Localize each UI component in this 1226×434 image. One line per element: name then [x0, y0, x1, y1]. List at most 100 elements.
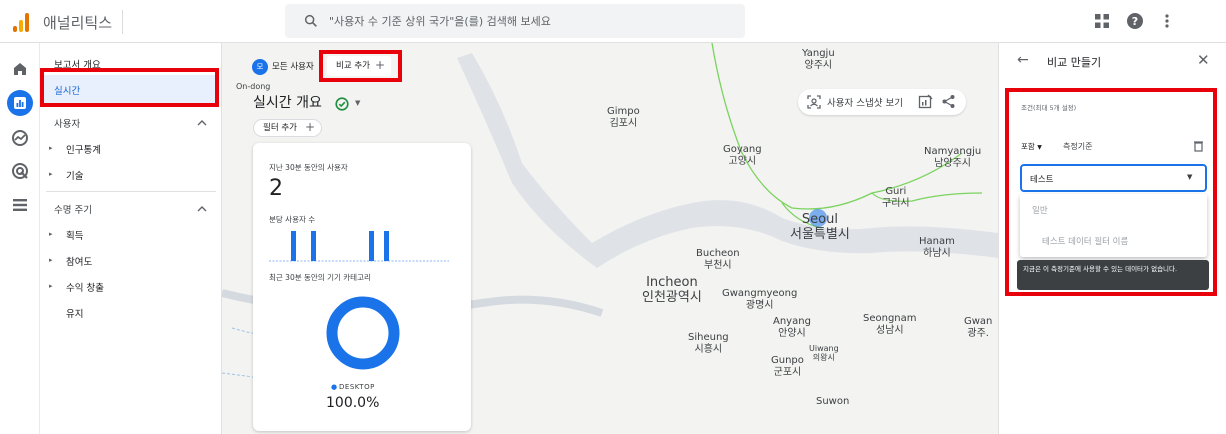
customize-report-icon[interactable]: [918, 94, 933, 109]
place-label: Seoul 서울특별시: [790, 212, 850, 242]
nav-item-overview[interactable]: 보고서 개요: [54, 57, 101, 71]
place-label: Yangju 양주시: [802, 48, 835, 71]
device-donut-chart[interactable]: [323, 293, 403, 373]
list-icon[interactable]: [10, 195, 30, 215]
nav-item-retention[interactable]: 유지: [66, 306, 83, 320]
per-minute-bar[interactable]: [311, 231, 316, 261]
snapshot-toolbar: 사용자 스냅샷 보기: [798, 89, 966, 115]
plus-icon: +: [305, 120, 316, 134]
option-test-filter[interactable]: 테스트 데이터 필터 이름: [1042, 235, 1128, 247]
add-compare-button[interactable]: 비교 추가 +: [327, 56, 391, 76]
nav-item-realtime[interactable]: 실시간: [42, 75, 218, 103]
per-minute-bar[interactable]: [291, 231, 296, 261]
device-category-label: 최근 30분 동안의 기기 카테고리: [269, 273, 371, 282]
place-label: Seongnam 성남시: [863, 313, 917, 336]
per-minute-bar[interactable]: [369, 231, 374, 261]
advertising-icon[interactable]: [10, 161, 30, 181]
plus-icon: +: [375, 58, 386, 72]
page-title: 실시간 개요: [253, 95, 322, 111]
home-icon[interactable]: [10, 59, 30, 79]
place-label: Namyangju 남양주시: [924, 146, 982, 169]
reports-icon[interactable]: [7, 90, 33, 116]
chip-badge: 모: [252, 59, 268, 75]
place-label: Incheon 인천광역시: [642, 275, 702, 305]
help-icon[interactable]: ?: [1126, 12, 1144, 30]
search-bar[interactable]: "사용자 수 기준 상위 국가"을(를) 검색해 보세요: [285, 4, 745, 38]
place-label: Guri 구리시: [882, 186, 910, 209]
include-label: 포함: [1021, 142, 1035, 151]
place-label: Bucheon 부천시: [696, 248, 740, 271]
expand-arrow-icon[interactable]: ▸: [49, 256, 53, 264]
analytics-logo-icon[interactable]: [11, 12, 31, 32]
donut-slice-desktop[interactable]: [326, 296, 400, 370]
snapshot-icon: [807, 95, 821, 109]
place-label: On-dong: [236, 82, 271, 91]
share-icon[interactable]: [941, 94, 956, 109]
nav-item-demographics[interactable]: 인구통계: [66, 142, 101, 156]
dropdown-arrow-icon[interactable]: ▼: [355, 99, 360, 107]
place-label: Gwangmyeong 광명시: [722, 288, 798, 311]
place-label: Suwon: [816, 396, 850, 407]
place-label: Goyang 고양시: [723, 144, 762, 167]
place-label: Gwan 광주.: [964, 316, 993, 339]
expand-arrow-icon[interactable]: ▸: [49, 170, 53, 178]
expand-arrow-icon[interactable]: ▸: [49, 282, 53, 290]
compare-panel: ← 비교 만들기 ✕ 조건(최대 5개 설정) 포함 ▼ 측정기준 테스트 ▼ …: [998, 43, 1226, 434]
divider: [122, 10, 123, 34]
dropdown-arrow-icon: ▼: [1187, 173, 1193, 181]
nav-section-lifecycle[interactable]: 수명 주기: [54, 202, 92, 216]
expand-arrow-icon[interactable]: ▸: [49, 144, 53, 152]
place-label: Siheung 시흥시: [688, 332, 729, 355]
condition-label: 조건(최대 5개 설정): [1021, 104, 1077, 112]
more-vert-icon[interactable]: [1158, 12, 1176, 30]
explore-icon[interactable]: [10, 128, 30, 148]
dropdown-value: 테스트: [1030, 175, 1054, 185]
nav-section-users[interactable]: 사용자: [54, 116, 80, 130]
users-per-minute-label: 분당 사용자 수: [269, 215, 316, 224]
search-placeholder: "사용자 수 기준 상위 국가"을(를) 검색해 보세요: [329, 15, 551, 28]
place-label: Hanam 하남시: [919, 236, 955, 259]
panel-title: 비교 만들기: [1047, 56, 1102, 69]
legend-value: 100.0%: [326, 395, 380, 411]
dropdown-arrow-icon: ▼: [1037, 144, 1042, 151]
report-nav: 보고서 개요 실시간 사용자 ▸ 인구통계 ▸ 기술 수명 주기 ▸ 획득 ▸ …: [40, 43, 222, 434]
users-30min-label: 지난 30분 동안의 사용자: [269, 163, 348, 172]
dimension-label: 측정기준: [1063, 142, 1093, 151]
users-per-minute-chart[interactable]: [269, 227, 449, 263]
dropdown-menu: 일반 테스트 데이터 필터 이름: [1020, 194, 1207, 257]
search-icon: [304, 14, 317, 27]
users-30min-value: 2: [269, 176, 283, 201]
delete-icon[interactable]: [1193, 140, 1204, 152]
left-rail: [0, 43, 40, 434]
expand-arrow-icon[interactable]: ▸: [49, 230, 53, 238]
divider: [46, 191, 216, 192]
app-root: 애널리틱스 "사용자 수 기준 상위 국가"을(를) 검색해 보세요 ? 보고서…: [0, 0, 1226, 434]
option-general[interactable]: 일반: [1032, 204, 1048, 216]
compare-chip-all-users[interactable]: 모 모든 사용자: [250, 57, 318, 77]
per-minute-bar[interactable]: [384, 231, 389, 261]
svg-text:?: ?: [1132, 15, 1138, 28]
chevron-up-icon[interactable]: [197, 119, 207, 127]
tooltip: 지금은 이 측정기준에 사용할 수 있는 데이터가 없습니다.: [1017, 260, 1209, 290]
back-arrow-icon[interactable]: ←: [1017, 52, 1029, 68]
add-compare-label: 비교 추가: [336, 61, 370, 71]
chevron-up-icon[interactable]: [197, 205, 207, 213]
include-dropdown[interactable]: 포함 ▼: [1021, 141, 1042, 152]
nav-item-monetization[interactable]: 수익 창출: [66, 280, 104, 294]
apps-grid-icon[interactable]: [1093, 12, 1111, 30]
nav-item-engagement[interactable]: 참여도: [66, 254, 92, 268]
place-label: Anyang 안양시: [773, 316, 811, 339]
chip-label: 모든 사용자: [272, 62, 314, 72]
add-filter-label: 필터 추가: [263, 123, 297, 133]
place-label: Gunpo 군포시: [771, 355, 804, 378]
check-circle-icon[interactable]: [335, 97, 349, 111]
dimension-value-dropdown[interactable]: 테스트 ▼: [1020, 164, 1207, 192]
user-snapshot-button[interactable]: 사용자 스냅샷 보기: [827, 95, 903, 109]
top-bar: 애널리틱스 "사용자 수 기준 상위 국가"을(를) 검색해 보세요 ?: [0, 0, 1226, 43]
close-icon[interactable]: ✕: [1197, 51, 1210, 69]
realtime-users-card: 지난 30분 동안의 사용자 2 분당 사용자 수 최근 30분 동안의 기기 …: [253, 143, 471, 431]
add-filter-button[interactable]: 필터 추가 +: [253, 119, 322, 137]
nav-item-tech[interactable]: 기술: [66, 168, 83, 182]
place-label: Uiwang 의왕시: [809, 344, 839, 363]
nav-item-acquisition[interactable]: 획득: [66, 228, 83, 242]
